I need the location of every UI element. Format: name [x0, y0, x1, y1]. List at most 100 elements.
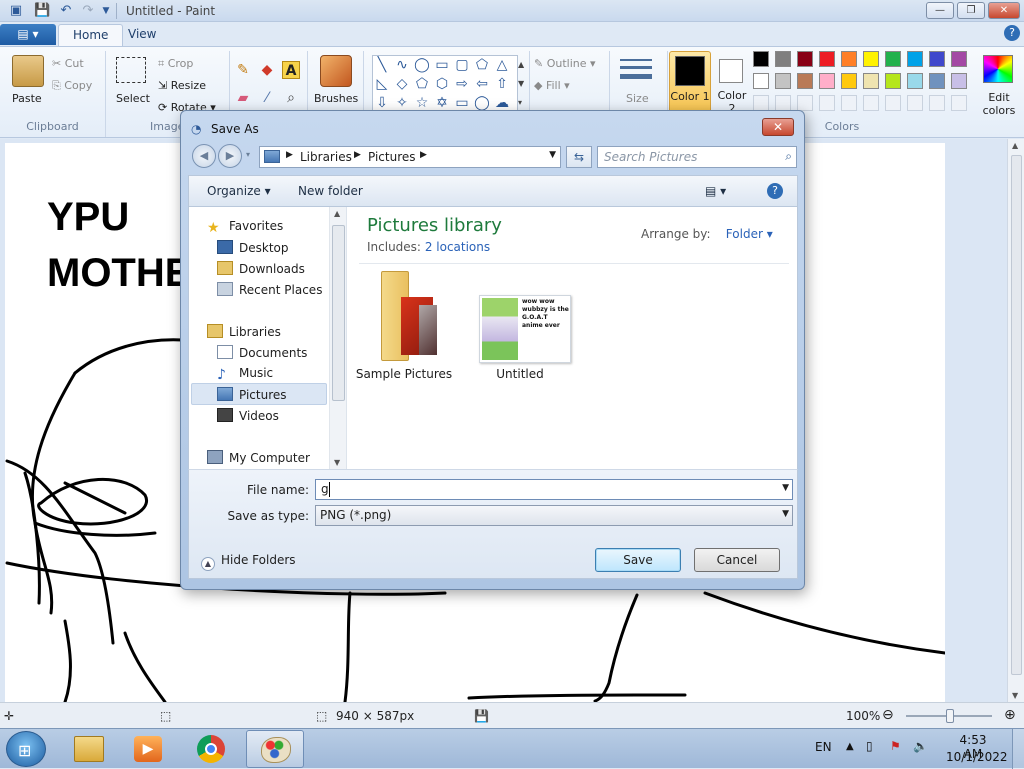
dialog-close-button[interactable]: ✕ — [762, 118, 794, 136]
custom-color-swatch[interactable] — [819, 95, 835, 111]
custom-color-swatch[interactable] — [885, 95, 901, 111]
custom-color-swatch[interactable] — [841, 95, 857, 111]
color2-button[interactable]: Color 2 — [713, 51, 751, 117]
color-swatch[interactable] — [841, 51, 857, 67]
color-swatch[interactable] — [907, 73, 923, 89]
show-desktop-button[interactable] — [1012, 729, 1024, 769]
color-swatch[interactable] — [797, 73, 813, 89]
back-button[interactable]: ◀ — [192, 144, 216, 168]
color-swatch[interactable] — [951, 51, 967, 67]
color-swatch[interactable] — [907, 51, 923, 67]
text-tool-icon[interactable]: A — [282, 61, 300, 79]
left-arrow-shape-icon[interactable]: ⇦ — [473, 75, 491, 93]
custom-color-swatch[interactable] — [775, 95, 791, 111]
rounded-rect-shape-icon[interactable]: ▢ — [453, 56, 471, 74]
nav-pane-scrollbar[interactable]: ▲ ▼ — [329, 207, 346, 469]
color-swatch[interactable] — [797, 51, 813, 67]
custom-color-swatch[interactable] — [753, 95, 769, 111]
cancel-button[interactable]: Cancel — [694, 548, 780, 572]
select-icon[interactable] — [116, 57, 146, 83]
resize-button[interactable]: ⇲ Resize — [158, 79, 206, 92]
nav-my-computer[interactable]: My Computer — [207, 450, 310, 465]
save-type-select[interactable]: PNG (*.png) ▼ — [315, 505, 793, 526]
start-button[interactable]: ⊞ — [6, 731, 46, 767]
action-center-icon[interactable]: ⚑ — [890, 739, 901, 753]
crop-button[interactable]: ⌗ Crop — [158, 57, 193, 71]
color-swatch[interactable] — [775, 73, 791, 89]
arrange-by-dropdown[interactable]: Folder ▾ — [726, 227, 773, 241]
fill-button[interactable]: ◆ Fill ▾ — [534, 79, 570, 92]
right-triangle-shape-icon[interactable]: ◺ — [373, 75, 391, 93]
undo-icon[interactable]: ↶ — [58, 3, 74, 19]
custom-color-swatch[interactable] — [797, 95, 813, 111]
shapes-gallery[interactable]: ╲ ∿ ◯ ▭ ▢ ⬠ △ ◺ ◇ ⬠ ⬡ ⇨ ⇦ ⇧ ⇩ ✧ ☆ ✡ ▭ ◯ … — [372, 55, 518, 113]
size-button[interactable]: Size — [626, 92, 649, 105]
hexagon-shape-icon[interactable]: ⬡ — [433, 75, 451, 93]
search-box[interactable]: Search Pictures ⌕ — [597, 146, 797, 168]
scroll-down-icon[interactable]: ▼ — [334, 458, 340, 467]
color-swatch[interactable] — [753, 73, 769, 89]
address-bar[interactable]: ▶ Libraries ▶ Pictures ▶ ▼ — [259, 146, 561, 168]
customize-toolbar-icon[interactable]: ▼ — [98, 3, 114, 19]
change-view-icon[interactable]: ▤ ▾ — [705, 184, 726, 198]
zoom-out-icon[interactable]: ⊖ — [882, 707, 894, 723]
cut-button[interactable]: ✂ Cut — [52, 57, 84, 70]
nav-videos[interactable]: Videos — [217, 408, 279, 423]
clock-date[interactable]: 10/1/2022 — [946, 750, 1008, 764]
paste-button[interactable]: Paste — [12, 92, 42, 105]
recent-locations-icon[interactable]: ▾ — [246, 150, 250, 159]
brushes-button[interactable]: Brushes — [314, 92, 358, 105]
custom-color-swatch[interactable] — [863, 95, 879, 111]
color-swatch[interactable] — [929, 51, 945, 67]
file-item[interactable]: wow wow wubbzy is the G.O.A.T anime ever… — [475, 267, 585, 385]
color-swatch[interactable] — [929, 73, 945, 89]
size-icon[interactable] — [620, 57, 652, 83]
color-swatch[interactable] — [951, 73, 967, 89]
show-hidden-icons-icon[interactable]: ▲ — [846, 741, 854, 752]
zoom-slider-thumb[interactable] — [946, 709, 954, 723]
color-swatch[interactable] — [863, 51, 879, 67]
nav-favorites[interactable]: ★ Favorites — [207, 219, 283, 235]
right-arrow-shape-icon[interactable]: ⇨ — [453, 75, 471, 93]
nav-scrollbar-thumb[interactable] — [332, 225, 345, 401]
new-folder-button[interactable]: New folder — [298, 184, 363, 198]
copy-button[interactable]: ⎘ Copy — [52, 79, 92, 93]
nav-documents[interactable]: Documents — [217, 345, 307, 360]
save-button[interactable]: Save — [595, 548, 681, 572]
color-swatch[interactable] — [863, 73, 879, 89]
custom-color-swatch[interactable] — [951, 95, 967, 111]
scroll-up-icon[interactable]: ▲ — [1012, 141, 1018, 150]
save-type-dropdown-icon[interactable]: ▼ — [782, 509, 789, 519]
color-swatch[interactable] — [775, 51, 791, 67]
select-button[interactable]: Select — [116, 92, 150, 105]
curve-shape-icon[interactable]: ∿ — [393, 56, 411, 74]
edit-colors-button[interactable]: Edit colors — [977, 53, 1021, 119]
nav-recent-places[interactable]: Recent Places — [217, 282, 322, 297]
refresh-button[interactable]: ⇆ — [566, 146, 592, 168]
color-swatch[interactable] — [819, 51, 835, 67]
close-button[interactable]: ✕ — [988, 2, 1020, 19]
network-icon[interactable]: ▯ — [866, 739, 873, 753]
dialog-help-icon[interactable]: ? — [767, 183, 783, 199]
hide-folders-button[interactable]: ▲ Hide Folders — [201, 553, 296, 571]
vertical-scrollbar[interactable]: ▲ ▼ — [1007, 139, 1024, 702]
custom-color-swatch[interactable] — [929, 95, 945, 111]
zoom-in-icon[interactable]: ⊕ — [1004, 707, 1016, 723]
forward-button[interactable]: ▶ — [218, 144, 242, 168]
breadcrumb-libraries[interactable]: Libraries — [300, 150, 352, 164]
search-icon[interactable]: ⌕ — [785, 149, 792, 164]
outline-button[interactable]: ✎ Outline ▾ — [534, 57, 596, 70]
organize-button[interactable]: Organize ▾ — [207, 184, 271, 198]
oval-shape-icon[interactable]: ◯ — [413, 56, 431, 74]
nav-libraries[interactable]: Libraries — [207, 324, 281, 339]
brushes-icon[interactable] — [320, 55, 352, 87]
color-swatch[interactable] — [885, 51, 901, 67]
scrollbar-thumb[interactable] — [1011, 155, 1022, 675]
help-icon[interactable]: ? — [1004, 25, 1020, 41]
color1-button[interactable]: Color 1 — [669, 51, 711, 117]
nav-downloads[interactable]: Downloads — [217, 261, 305, 276]
magnifier-icon[interactable]: ⌕ — [282, 89, 300, 107]
color-picker-icon[interactable]: ⁄ — [258, 89, 276, 107]
nav-desktop[interactable]: Desktop — [217, 240, 289, 255]
save-icon[interactable]: 💾 — [34, 3, 50, 19]
